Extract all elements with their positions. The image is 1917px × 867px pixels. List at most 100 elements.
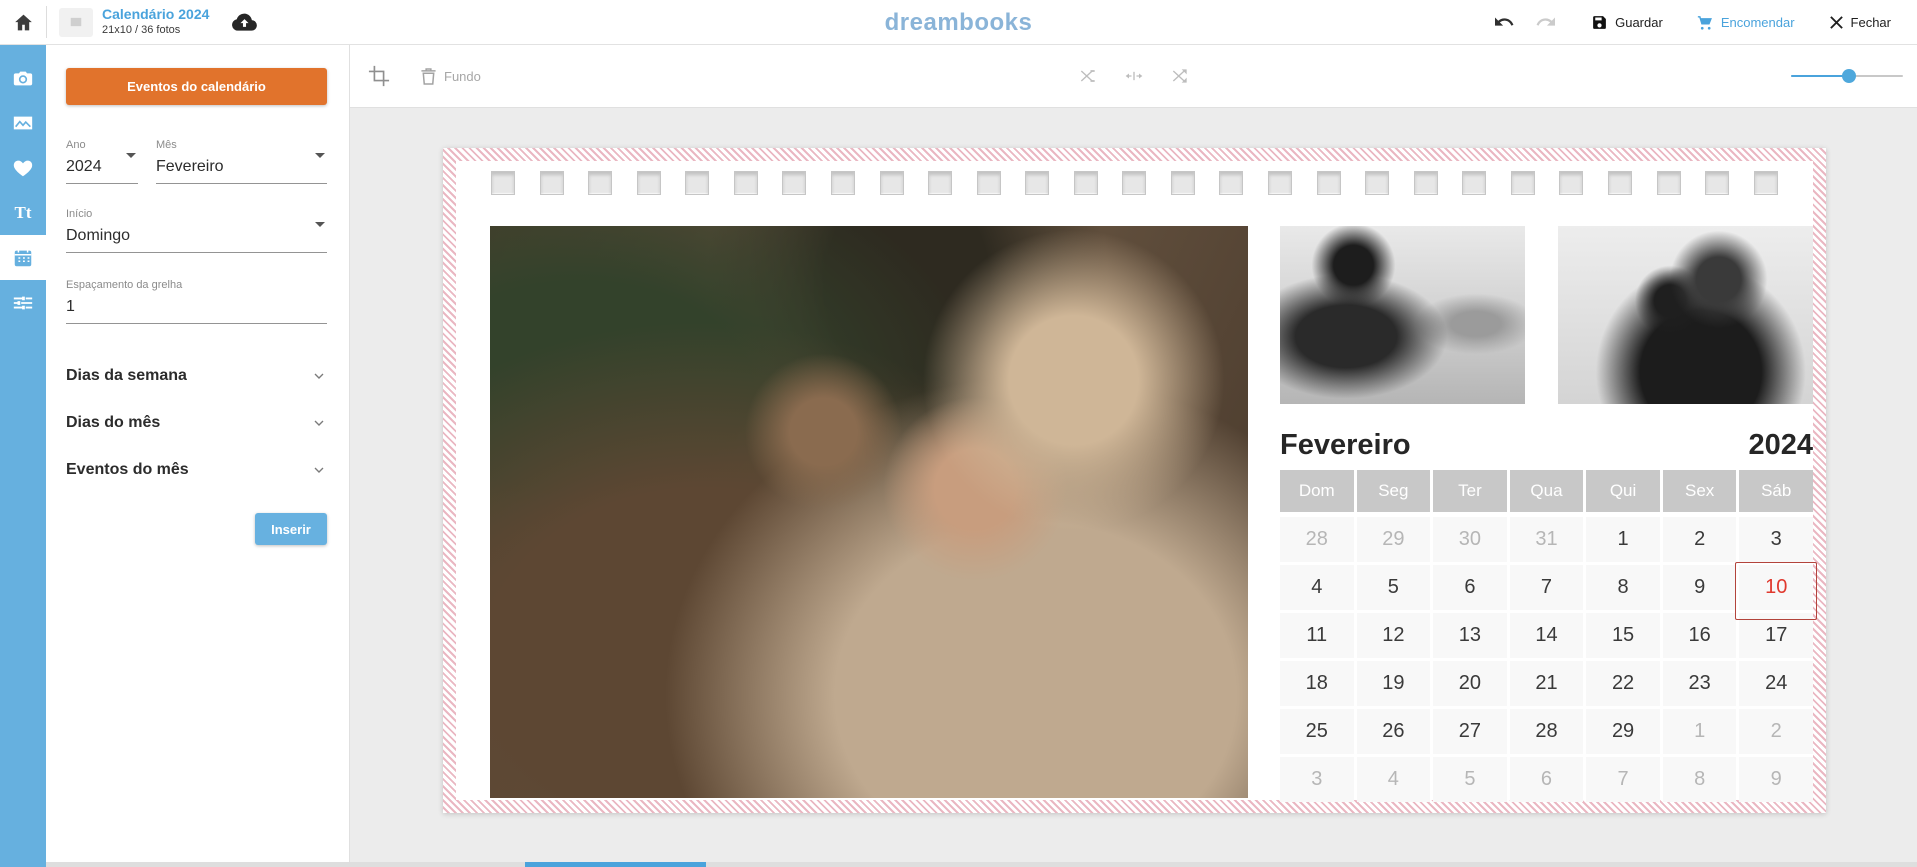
binding-hole <box>1462 171 1486 195</box>
trash-icon <box>420 67 437 86</box>
day-cell[interactable]: 29 <box>1586 709 1660 754</box>
insert-button[interactable]: Inserir <box>255 513 327 545</box>
day-cell[interactable]: 28 <box>1510 709 1584 754</box>
section-month-events[interactable]: Eventos do mês <box>66 446 327 493</box>
binding-hole <box>491 171 515 195</box>
sidebar-item-layout-settings[interactable] <box>0 280 46 325</box>
day-cell[interactable]: 26 <box>1357 709 1431 754</box>
main-layout: Tt Eventos do calendário Ano 2024 Mês <box>0 45 1917 867</box>
section-label: Dias do mês <box>66 414 160 432</box>
day-cell[interactable]: 1 <box>1663 709 1737 754</box>
binding-hole <box>1754 171 1778 195</box>
day-cell[interactable]: 29 <box>1357 517 1431 562</box>
day-cell[interactable]: 28 <box>1280 517 1354 562</box>
day-cell[interactable]: 2 <box>1663 517 1737 562</box>
day-cell[interactable]: 27 <box>1433 709 1507 754</box>
close-button[interactable]: Fechar <box>1829 15 1891 30</box>
order-button[interactable]: Encomendar <box>1697 14 1795 31</box>
section-label: Eventos do mês <box>66 461 189 479</box>
photo-thumbnail-2[interactable] <box>1558 226 1813 404</box>
year-title: 2024 <box>1748 429 1813 462</box>
main-photo[interactable] <box>490 226 1248 798</box>
day-cell[interactable]: 1 <box>1586 517 1660 562</box>
day-cell[interactable]: 8 <box>1586 565 1660 610</box>
page-strip[interactable] <box>46 862 1917 867</box>
swap-horizontal-button[interactable] <box>1124 66 1144 86</box>
sidebar-item-text[interactable]: Tt <box>0 190 46 235</box>
day-cell[interactable]: 8 <box>1663 757 1737 802</box>
image-placeholder-icon <box>69 15 83 29</box>
save-button[interactable]: Guardar <box>1591 14 1663 31</box>
project-meta: Calendário 2024 21x10 / 36 fotos <box>102 6 209 37</box>
redo-button[interactable] <box>1535 13 1557 31</box>
weekday-header-cell: Seg <box>1357 470 1431 512</box>
day-cell[interactable]: 6 <box>1433 565 1507 610</box>
day-cell[interactable]: 11 <box>1280 613 1354 658</box>
day-cell[interactable]: 23 <box>1663 661 1737 706</box>
day-cell[interactable]: 14 <box>1510 613 1584 658</box>
week-start-select[interactable]: Domingo <box>66 220 327 253</box>
day-cell[interactable]: 2 <box>1739 709 1813 754</box>
binding-hole <box>1414 171 1438 195</box>
day-cell[interactable]: 18 <box>1280 661 1354 706</box>
zoom-slider[interactable] <box>1791 68 1903 84</box>
day-cell[interactable]: 4 <box>1280 565 1354 610</box>
binding-hole <box>1705 171 1729 195</box>
undo-button[interactable] <box>1493 13 1515 31</box>
section-month-days[interactable]: Dias do mês <box>66 399 327 446</box>
day-cell[interactable]: 5 <box>1433 757 1507 802</box>
day-cell[interactable]: 20 <box>1433 661 1507 706</box>
home-button[interactable] <box>0 0 46 44</box>
sidebar-item-photos[interactable] <box>0 100 46 145</box>
selected-day-cell[interactable]: 10 <box>1739 565 1813 610</box>
shuffle-icon <box>1078 66 1098 86</box>
day-cell[interactable]: 7 <box>1586 757 1660 802</box>
day-cell[interactable]: 9 <box>1739 757 1813 802</box>
binding-hole <box>928 171 952 195</box>
day-cell[interactable]: 22 <box>1586 661 1660 706</box>
design-canvas[interactable]: Fevereiro 2024 DomSegTerQuaQuiSexSáb 282… <box>350 108 1917 867</box>
day-cell[interactable]: 31 <box>1510 517 1584 562</box>
sidebar-item-favorites[interactable] <box>0 145 46 190</box>
day-cell[interactable]: 24 <box>1739 661 1813 706</box>
day-cell[interactable]: 30 <box>1433 517 1507 562</box>
month-label: Mês <box>156 139 327 151</box>
binding-holes-row <box>491 171 1778 195</box>
sidebar-item-calendar[interactable] <box>0 235 46 280</box>
day-cell[interactable]: 13 <box>1433 613 1507 658</box>
zoom-slider-thumb[interactable] <box>1842 69 1856 83</box>
day-cell[interactable]: 21 <box>1510 661 1584 706</box>
day-cell[interactable]: 16 <box>1663 613 1737 658</box>
day-cell[interactable]: 3 <box>1739 517 1813 562</box>
day-cell[interactable]: 3 <box>1280 757 1354 802</box>
grid-spacing-input[interactable] <box>66 291 327 324</box>
photo-thumbnail-1[interactable] <box>1280 226 1525 404</box>
redo-icon <box>1535 13 1557 31</box>
shuffle-layout-button[interactable] <box>1170 66 1190 86</box>
day-cell[interactable]: 4 <box>1357 757 1431 802</box>
delete-background-button[interactable]: Fundo <box>420 67 481 86</box>
sidebar-item-camera[interactable] <box>0 55 46 100</box>
day-cell[interactable]: 25 <box>1280 709 1354 754</box>
day-cell[interactable]: 19 <box>1357 661 1431 706</box>
month-title: Fevereiro <box>1280 429 1411 462</box>
day-cell[interactable]: 9 <box>1663 565 1737 610</box>
grid-spacing-label: Espaçamento da grelha <box>66 279 327 291</box>
chevron-down-icon <box>126 153 136 158</box>
zoom-slider-fill <box>1791 75 1849 77</box>
active-page-indicator[interactable] <box>525 862 706 867</box>
day-cell[interactable]: 5 <box>1357 565 1431 610</box>
year-field: Ano 2024 <box>66 139 138 184</box>
dreambooks-logo: dreambooks <box>885 9 1033 37</box>
day-cell[interactable]: 15 <box>1586 613 1660 658</box>
cloud-upload-button[interactable] <box>231 11 258 33</box>
month-select[interactable]: Fevereiro <box>156 151 327 184</box>
calendar-events-button[interactable]: Eventos do calendário <box>66 68 327 105</box>
section-weekdays[interactable]: Dias da semana <box>66 352 327 399</box>
day-cell[interactable]: 6 <box>1510 757 1584 802</box>
shuffle-photos-button[interactable] <box>1078 66 1098 86</box>
day-cell[interactable]: 12 <box>1357 613 1431 658</box>
crop-button[interactable] <box>368 65 390 87</box>
binding-hole <box>734 171 758 195</box>
day-cell[interactable]: 7 <box>1510 565 1584 610</box>
